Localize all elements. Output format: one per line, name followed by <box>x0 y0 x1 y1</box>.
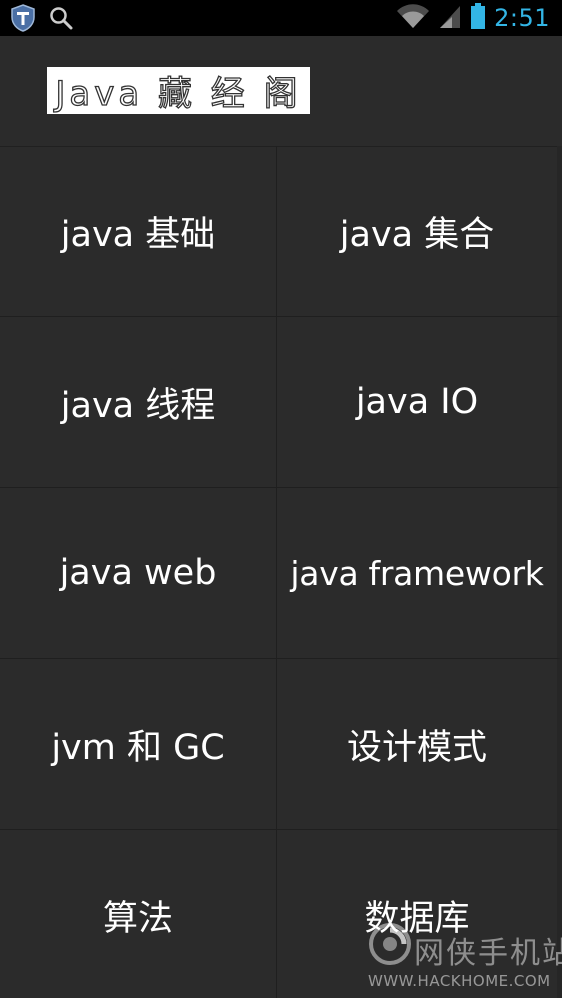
app-header: Java 藏 经 阁 <box>0 36 562 147</box>
menu-item-java-io[interactable]: java IO <box>277 317 562 488</box>
menu-item-jvm-gc[interactable]: jvm 和 GC <box>0 659 277 830</box>
app-logo: Java 藏 经 阁 <box>47 67 310 115</box>
watermark-en-text: WWW.HACKHOME.COM <box>368 972 551 990</box>
menu-item-label: java 基础 <box>60 214 216 255</box>
menu-item-label: java web <box>59 553 217 593</box>
watermark-logo-icon <box>369 923 411 965</box>
menu-item-label: jvm 和 GC <box>51 727 225 768</box>
battery-icon <box>470 2 486 34</box>
shield-icon <box>10 4 36 36</box>
menu-item-java-framework[interactable]: java framework <box>277 488 562 659</box>
search-icon <box>48 5 74 35</box>
status-clock: 2:51 <box>494 4 550 32</box>
wifi-icon <box>396 3 430 33</box>
menu-item-java-web[interactable]: java web <box>0 488 277 659</box>
logo-text: Java 藏 经 阁 <box>55 73 302 114</box>
signal-icon <box>438 3 462 33</box>
menu-item-label: java IO <box>355 382 479 422</box>
menu-item-label: java framework <box>290 553 544 593</box>
app-screen: 2:51 Java 藏 经 阁 java 基础 java 集合 java 线程 … <box>0 0 562 998</box>
menu-item-label: java 线程 <box>60 385 216 426</box>
menu-item-design-patterns[interactable]: 设计模式 <box>277 659 562 830</box>
menu-item-java-threads[interactable]: java 线程 <box>0 317 277 488</box>
menu-item-algorithms[interactable]: 算法 <box>0 830 277 998</box>
menu-item-java-collections[interactable]: java 集合 <box>277 146 562 317</box>
menu-item-label: 算法 <box>102 898 173 939</box>
menu-item-label: java 集合 <box>339 214 495 255</box>
menu-item-java-basics[interactable]: java 基础 <box>0 146 277 317</box>
menu-item-label: 设计模式 <box>346 727 487 768</box>
status-left-icons <box>10 4 74 36</box>
watermark-cn-text: 网侠手机站 <box>414 936 562 971</box>
status-bar: 2:51 <box>0 0 562 36</box>
watermark: 网侠手机站 WWW.HACKHOME.COM <box>362 912 562 994</box>
status-right-icons: 2:51 <box>396 0 550 36</box>
menu-grid: java 基础 java 集合 java 线程 java IO java web… <box>0 146 562 998</box>
